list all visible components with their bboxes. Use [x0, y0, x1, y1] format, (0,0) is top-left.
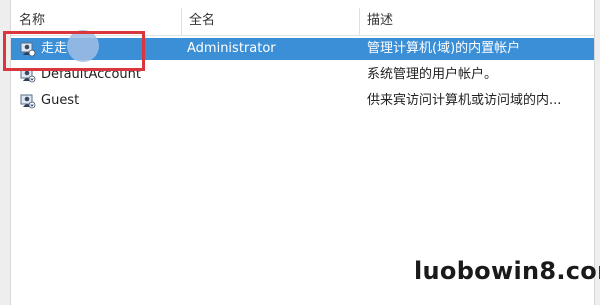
user-row-guest[interactable]: Guest 供来宾访问计算机或访问域的内...	[11, 90, 594, 112]
user-full-name: Administrator	[187, 41, 276, 56]
user-name: Guest	[41, 93, 80, 108]
user-description: 系统管理的用户帐户。	[367, 67, 498, 82]
column-header-description[interactable]: 描述	[359, 8, 594, 35]
column-header-full-name[interactable]: 全名	[181, 8, 359, 35]
user-description: 供来宾访问计算机或访问域的内...	[367, 93, 562, 108]
user-full-name	[187, 90, 357, 112]
user-account-icon	[20, 94, 36, 109]
user-description: 管理计算机(域)的内置帐户	[367, 41, 521, 56]
user-full-name	[187, 64, 357, 86]
site-watermark: luobowin8.com	[414, 257, 600, 285]
annotation-highlight-box	[3, 31, 145, 71]
